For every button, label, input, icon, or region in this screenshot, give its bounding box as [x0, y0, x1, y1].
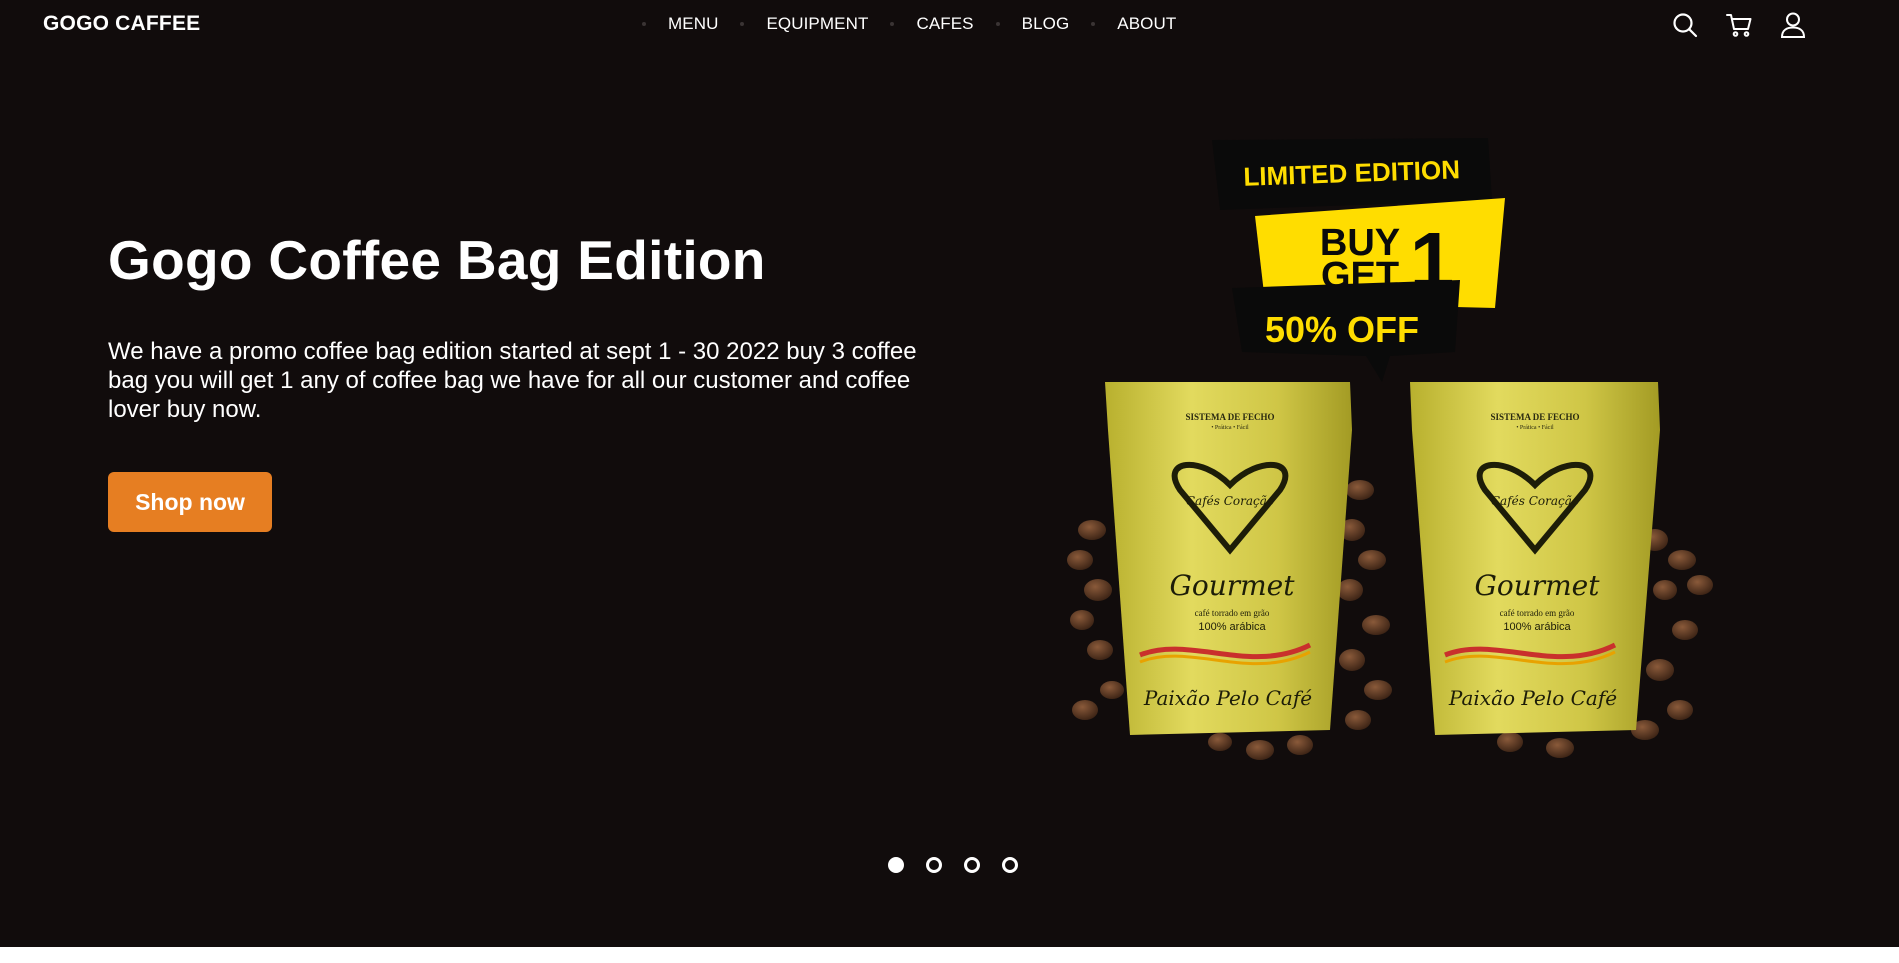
- bag-brand-script: Gourmet: [1474, 569, 1600, 602]
- hero-description: We have a promo coffee bag edition start…: [108, 338, 917, 423]
- bag-subheader-text: • Prática • Fácil: [1211, 425, 1249, 431]
- nav-separator: [890, 22, 895, 26]
- carousel-dot-3[interactable]: [964, 857, 980, 873]
- navbar: GOGO CAFFEE MENU EQUIPMENT CAFES BLOG AB…: [0, 0, 1899, 50]
- nav-separator: [642, 22, 646, 26]
- shop-now-button[interactable]: Shop now: [108, 472, 272, 532]
- bag-footer-text: Paixão Pelo Café: [1448, 686, 1617, 710]
- main-nav: MENU EQUIPMENT CAFES BLOG ABOUT: [632, 14, 1188, 34]
- promo-graphic: SISTEMA DE FECHO • Prática • Fácil Cafés…: [1067, 138, 1713, 760]
- bag-line2-text: 100% arábica: [1503, 621, 1571, 633]
- nav-link-equipment[interactable]: EQUIPMENT: [766, 14, 868, 34]
- bag-line1-text: café torrado em grão: [1500, 608, 1575, 618]
- brand-logo[interactable]: GOGO CAFFEE: [43, 12, 200, 36]
- carousel-indicators: [888, 857, 1018, 873]
- coffee-bag-right: SISTEMA DE FECHO • Prática • Fácil Cafés…: [1410, 382, 1660, 735]
- nav-link-blog[interactable]: BLOG: [1022, 14, 1070, 34]
- coffee-bag-left: SISTEMA DE FECHO • Prática • Fácil Cafés…: [1105, 382, 1352, 735]
- bag-header-text: SISTEMA DE FECHO: [1185, 412, 1274, 422]
- carousel-dot-4[interactable]: [1002, 857, 1018, 873]
- search-icon[interactable]: [1670, 10, 1700, 40]
- cart-icon[interactable]: [1724, 10, 1754, 40]
- nav-link-about[interactable]: ABOUT: [1117, 14, 1176, 34]
- nav-link-cafes[interactable]: CAFES: [916, 14, 973, 34]
- nav-icons: [1670, 10, 1808, 40]
- nav-separator: [740, 22, 745, 26]
- promo-badge: LIMITED EDITION BUY GET 1 50% OFF: [1212, 138, 1505, 382]
- page: GOGO CAFFEE MENU EQUIPMENT CAFES BLOG AB…: [0, 0, 1899, 947]
- badge-discount-text: 50% OFF: [1265, 309, 1419, 350]
- promo-image: SISTEMA DE FECHO • Prática • Fácil Cafés…: [1060, 130, 1720, 780]
- bag-logo-text: Cafés Coração: [1186, 494, 1274, 508]
- carousel-dot-2[interactable]: [926, 857, 942, 873]
- bag-header-text: SISTEMA DE FECHO: [1490, 412, 1579, 422]
- hero-title: Gogo Coffee Bag Edition: [108, 229, 766, 291]
- bag-line2-text: 100% arábica: [1198, 621, 1266, 633]
- bag-subheader-text: • Prática • Fácil: [1516, 425, 1554, 431]
- carousel-dot-1[interactable]: [888, 857, 904, 873]
- bag-line1-text: café torrado em grão: [1195, 608, 1270, 618]
- bag-logo-text: Cafés Coração: [1491, 494, 1579, 508]
- nav-link-menu[interactable]: MENU: [668, 14, 718, 34]
- user-icon[interactable]: [1778, 10, 1808, 40]
- bag-brand-script: Gourmet: [1169, 569, 1295, 602]
- nav-separator: [1091, 22, 1096, 26]
- bag-footer-text: Paixão Pelo Café: [1143, 686, 1312, 710]
- page-footer-strip: [0, 947, 1899, 963]
- nav-separator: [995, 22, 1000, 26]
